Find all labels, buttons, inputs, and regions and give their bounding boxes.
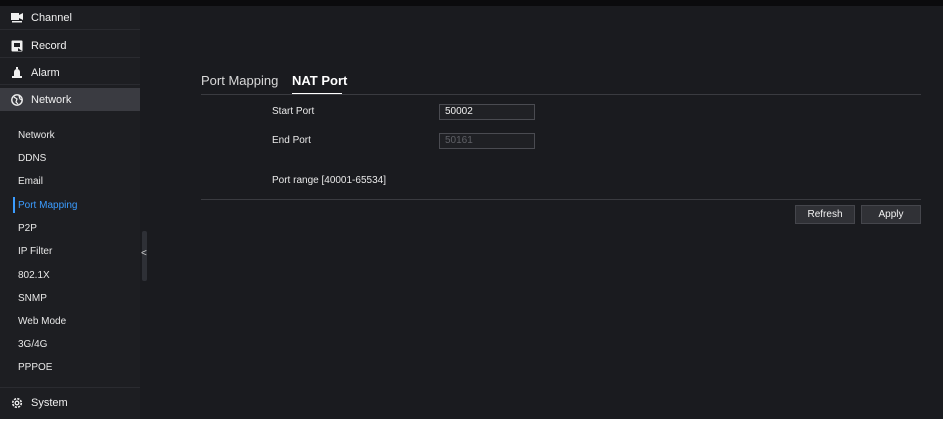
submenu-item-label: DDNS [18,152,47,164]
gear-icon [11,397,23,409]
submenu-item-802-1x[interactable]: 802.1X [0,264,140,286]
sidebar-item-alarm[interactable]: Alarm [0,61,140,84]
submenu-item-label: PPPOE [18,361,53,373]
apply-button[interactable]: Apply [861,205,921,224]
submenu-item-network[interactable]: Network [0,124,140,146]
submenu-item-label: 3G/4G [18,338,48,350]
submenu-item-label: 802.1X [18,269,50,281]
submenu-item-label: Email [18,175,44,187]
tab-divider [201,94,921,95]
chevron-left-icon[interactable]: < [141,248,147,260]
sidebar-item-record[interactable]: Record [0,34,140,57]
submenu-item-label: Web Mode [18,315,67,327]
port-range-note: Port range [40001-65534] [272,175,386,186]
tab-port-mapping[interactable]: Port Mapping [201,73,278,88]
refresh-button[interactable]: Refresh [795,205,855,224]
sidebar-item-system[interactable]: System [0,391,140,414]
submenu-item-p2p[interactable]: P2P [0,217,140,239]
submenu-item-ip-filter[interactable]: IP Filter [0,240,140,262]
start-port-input[interactable]: 50002 [439,104,535,120]
sidebar-item-label: Channel [31,11,72,24]
start-port-label: Start Port [272,106,315,117]
tab-nat-port[interactable]: NAT Port [292,73,347,88]
submenu-item-3g-4g[interactable]: 3G/4G [0,333,140,355]
submenu-item-label: P2P [18,222,37,234]
sidebar-item-network[interactable]: Network [0,88,140,111]
network-globe-icon [11,93,23,106]
sidebar-collapse-strip: < [140,6,149,419]
form-divider [201,199,921,200]
submenu-item-label: Port Mapping [18,199,78,211]
submenu-item-ddns[interactable]: DDNS [0,147,140,169]
end-port-label: End Port [272,135,311,146]
submenu-item-snmp[interactable]: SNMP [0,287,140,309]
app-window: Channel Record Alarm Network Network DDN… [0,0,943,423]
main-content: Port Mapping NAT Port Start Port 50002 E… [149,6,943,419]
submenu-item-port-mapping[interactable]: Port Mapping [0,194,140,216]
submenu-item-label: SNMP [18,292,47,304]
divider [0,57,140,58]
sidebar-item-label: Network [31,93,72,106]
record-icon [11,40,23,52]
sidebar-item-channel[interactable]: Channel [0,6,140,29]
divider [0,387,140,388]
divider [0,84,140,85]
submenu-item-pppoe[interactable]: PPPOE [0,356,140,378]
sidebar: Channel Record Alarm Network Network DDN… [0,6,140,419]
submenu-item-email[interactable]: Email [0,170,140,192]
sidebar-item-label: Alarm [31,66,60,79]
sidebar-item-label: Record [31,39,67,52]
end-port-input: 50161 [439,133,535,149]
alarm-icon [11,66,23,79]
submenu-item-label: Network [18,129,55,141]
divider [0,29,140,30]
channel-icon [11,12,23,24]
sidebar-item-label: System [31,396,68,409]
submenu-item-label: IP Filter [18,245,53,257]
submenu-item-web-mode[interactable]: Web Mode [0,310,140,332]
